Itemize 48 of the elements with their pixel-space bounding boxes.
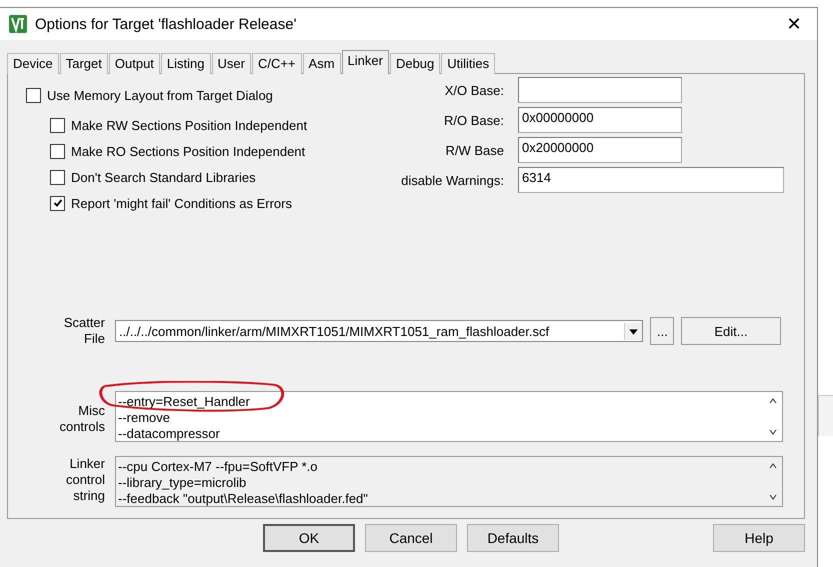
checkbox-label: Use Memory Layout from Target Dialog [47,88,273,102]
input-field[interactable] [518,77,682,103]
tab[interactable]: Utilities [441,53,496,74]
dialog-button[interactable]: Help [713,524,805,552]
app-logo-icon [9,15,27,33]
dialog-button[interactable]: Defaults [467,524,559,552]
tab[interactable]: Linker [342,50,389,74]
scroll-down-icon[interactable] [768,427,778,437]
field-label: Scatter File [64,315,105,346]
tab[interactable]: User [212,53,251,74]
checkbox-label: Make RW Sections Position Independent [71,118,308,132]
scroll-up-icon[interactable] [768,396,778,406]
checkbox[interactable] [50,118,65,132]
linker-control-string-field: --cpu Cortex-M7 --fpu=SoftVFP *.o --library_type=microlib --feedback "output\Release\flashloader.fed" [115,456,783,507]
scroll-up-icon[interactable] [768,461,778,471]
checkbox[interactable] [26,88,41,102]
scroll-down-icon[interactable] [768,492,778,502]
tab[interactable]: Device [7,53,59,74]
tab[interactable]: Listing [160,53,210,74]
input-field[interactable]: 0x00000000 [518,107,682,133]
tab[interactable]: C/C++ [252,53,302,74]
tab[interactable]: Debug [390,53,440,74]
checkbox[interactable] [50,196,65,210]
field-label: Linker control string [66,456,105,503]
input-field[interactable]: 0x20000000 [518,137,682,163]
input-field[interactable]: 6314 [518,167,784,193]
checkbox[interactable] [50,144,65,158]
checkbox-label: Report 'might fail' Conditions as Errors [71,196,292,210]
tab[interactable]: Output [108,53,160,74]
misc-controls-field[interactable]: --entry=Reset_Handler --remove --datacompressor [115,391,783,442]
tab[interactable]: Target [60,53,108,74]
field-label: disable Warnings: [401,172,504,188]
browse-button[interactable]: ... [650,317,674,345]
field-label: R/W Base [445,142,504,158]
dialog-button[interactable]: OK [263,524,355,552]
close-button[interactable]: ✕ [771,9,817,39]
window-title: Options for Target 'flashloader Release' [35,16,298,32]
checkbox[interactable] [50,170,65,184]
tab[interactable]: Asm [302,53,341,74]
check-icon [52,198,62,208]
field-label: R/O Base: [444,112,504,128]
scatter-file-dropdown[interactable]: ../../../common/linker/arm/MIMXRT1051/MIMXRT1051_ram_flashloader.scf [115,320,643,342]
field-label: X/O Base: [444,82,504,98]
field-label: Misc controls [59,403,105,434]
edit-button[interactable]: Edit... [681,317,781,345]
checkbox-label: Make RO Sections Position Independent [71,144,306,158]
dialog-button[interactable]: Cancel [365,524,457,552]
checkbox-label: Don't Search Standard Libraries [71,170,256,184]
